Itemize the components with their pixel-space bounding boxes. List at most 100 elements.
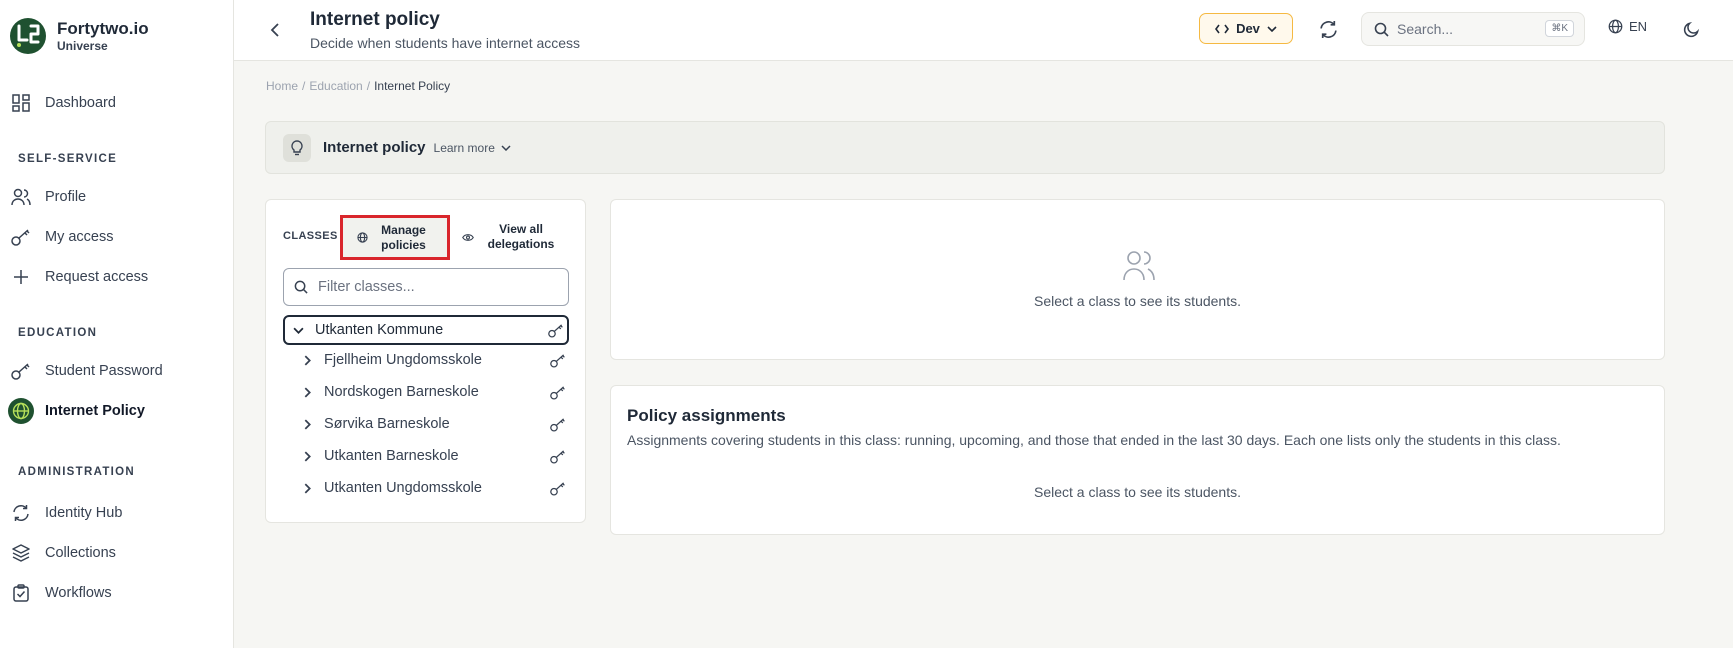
- breadcrumb-separator: /: [366, 79, 371, 93]
- key-icon[interactable]: [547, 321, 565, 339]
- page-title: Internet policy: [310, 9, 440, 30]
- plus-icon: [11, 267, 31, 287]
- filter-classes-input[interactable]: [318, 279, 558, 295]
- globe-icon: [8, 398, 34, 424]
- key-icon[interactable]: [549, 415, 567, 433]
- tree-node-child[interactable]: Utkanten Ungdomsskole: [300, 474, 569, 502]
- chevron-down-icon: [1267, 25, 1277, 32]
- view-delegations-label: View all delegations: [487, 222, 555, 251]
- chevron-right-icon[interactable]: [300, 385, 314, 399]
- sidebar-item-label: Collections: [45, 545, 116, 561]
- learn-more-label: Learn more: [433, 140, 495, 155]
- sidebar-item-profile[interactable]: Profile: [0, 181, 234, 213]
- learn-more-toggle[interactable]: Learn more: [434, 141, 511, 155]
- breadcrumb: Home / Education / Internet Policy: [266, 79, 450, 93]
- policy-assignments-empty-message: Select a class to see its students.: [1034, 484, 1241, 500]
- back-button[interactable]: [265, 20, 285, 40]
- chevron-right-icon[interactable]: [300, 417, 314, 431]
- sidebar-item-request-access[interactable]: Request access: [0, 261, 234, 293]
- manage-policies-button[interactable]: Manage policies: [340, 215, 450, 260]
- tree-node-label: Nordskogen Barneskole: [324, 384, 479, 400]
- top-header: Internet policy Decide when students hav…: [234, 0, 1733, 61]
- chevron-right-icon[interactable]: [300, 449, 314, 463]
- search-shortcut: ⌘K: [1545, 20, 1574, 37]
- sidebar-item-my-access[interactable]: My access: [0, 221, 234, 253]
- sidebar-item-label: Dashboard: [45, 95, 116, 111]
- tree-node-root[interactable]: Utkanten Kommune: [283, 315, 569, 345]
- language-selector[interactable]: EN: [1608, 19, 1647, 34]
- key-icon: [11, 227, 31, 247]
- globe-icon: [356, 232, 368, 243]
- sidebar-item-dashboard[interactable]: Dashboard: [0, 87, 234, 119]
- search-input[interactable]: [1397, 21, 1527, 37]
- tree-node-label: Fjellheim Ungdomsskole: [324, 352, 482, 368]
- refresh-button[interactable]: [1316, 17, 1340, 41]
- students-panel: Select a class to see its students.: [610, 199, 1665, 360]
- policy-assignments-title: Policy assignments: [627, 406, 786, 425]
- sidebar: Fortytwo.io Universe Dashboard SELF-SERV…: [0, 0, 234, 648]
- environment-dropdown[interactable]: Dev: [1199, 13, 1293, 44]
- policy-assignments-description: Assignments covering students in this cl…: [627, 432, 1561, 448]
- key-icon[interactable]: [549, 351, 567, 369]
- search-icon: [1374, 22, 1389, 37]
- breadcrumb-education[interactable]: Education: [309, 79, 362, 93]
- sidebar-item-internet-policy[interactable]: Internet Policy: [0, 395, 234, 427]
- moon-icon: [1683, 21, 1699, 37]
- tree-node-label: Utkanten Barneskole: [324, 448, 459, 464]
- key-icon[interactable]: [549, 447, 567, 465]
- theme-toggle[interactable]: [1679, 17, 1703, 41]
- sidebar-item-label: Workflows: [45, 585, 112, 601]
- search-icon: [294, 280, 308, 294]
- tree-node-label: Sørvika Barneskole: [324, 416, 450, 432]
- users-icon: [11, 187, 31, 207]
- info-title: Internet policy: [323, 139, 426, 156]
- chevron-right-icon[interactable]: [300, 481, 314, 495]
- page-subtitle: Decide when students have internet acces…: [310, 35, 581, 51]
- refresh-icon: [1319, 20, 1337, 38]
- chevron-down-icon: [501, 144, 511, 151]
- dashboard-icon: [11, 93, 31, 113]
- lightbulb-icon: [283, 133, 311, 162]
- tree-node-label: Utkanten Kommune: [315, 322, 444, 338]
- chevron-left-icon: [270, 23, 279, 37]
- refresh-icon: [11, 503, 31, 523]
- info-bar: Internet policy Learn more: [265, 121, 1665, 174]
- sidebar-item-label: Student Password: [45, 363, 163, 379]
- sidebar-item-workflows[interactable]: Workflows: [0, 577, 234, 609]
- sidebar-item-label: Identity Hub: [45, 505, 123, 521]
- view-delegations-button[interactable]: View all delegations: [462, 219, 574, 255]
- chevron-down-icon[interactable]: [291, 323, 305, 337]
- brand[interactable]: Fortytwo.io Universe: [9, 16, 149, 56]
- breadcrumb-current: Internet Policy: [374, 79, 451, 93]
- key-icon[interactable]: [549, 479, 567, 497]
- global-search[interactable]: ⌘K: [1361, 12, 1585, 46]
- sidebar-item-identity-hub[interactable]: Identity Hub: [0, 497, 234, 529]
- sidebar-item-label: Internet Policy: [45, 403, 145, 419]
- classes-label: CLASSES: [283, 230, 338, 242]
- key-icon[interactable]: [549, 383, 567, 401]
- environment-label: Dev: [1236, 21, 1260, 36]
- manage-policies-label: Manage policies: [381, 222, 426, 252]
- language-label: EN: [1629, 19, 1648, 34]
- tree-node-label: Utkanten Ungdomsskole: [324, 480, 482, 496]
- policy-assignments-panel: Policy assignments Assignments covering …: [610, 385, 1665, 535]
- app-subtitle: Universe: [57, 39, 108, 53]
- tree-node-child[interactable]: Nordskogen Barneskole: [300, 378, 569, 406]
- students-empty-message: Select a class to see its students.: [1034, 293, 1241, 309]
- tree-node-child[interactable]: Fjellheim Ungdomsskole: [300, 346, 569, 374]
- section-self-service: SELF-SERVICE: [18, 153, 118, 165]
- brand-logo-icon: [10, 18, 46, 54]
- users-icon: [1123, 251, 1155, 281]
- filter-classes[interactable]: [283, 268, 569, 306]
- sidebar-item-label: My access: [45, 229, 114, 245]
- sidebar-item-student-password[interactable]: Student Password: [0, 355, 234, 387]
- section-education: EDUCATION: [18, 327, 98, 339]
- sidebar-item-label: Profile: [45, 189, 87, 205]
- layers-icon: [11, 543, 31, 563]
- sidebar-item-collections[interactable]: Collections: [0, 537, 234, 569]
- tree-node-child[interactable]: Utkanten Barneskole: [300, 442, 569, 470]
- key-icon: [11, 361, 31, 381]
- breadcrumb-home[interactable]: Home: [266, 79, 298, 93]
- chevron-right-icon[interactable]: [300, 353, 314, 367]
- tree-node-child[interactable]: Sørvika Barneskole: [300, 410, 569, 438]
